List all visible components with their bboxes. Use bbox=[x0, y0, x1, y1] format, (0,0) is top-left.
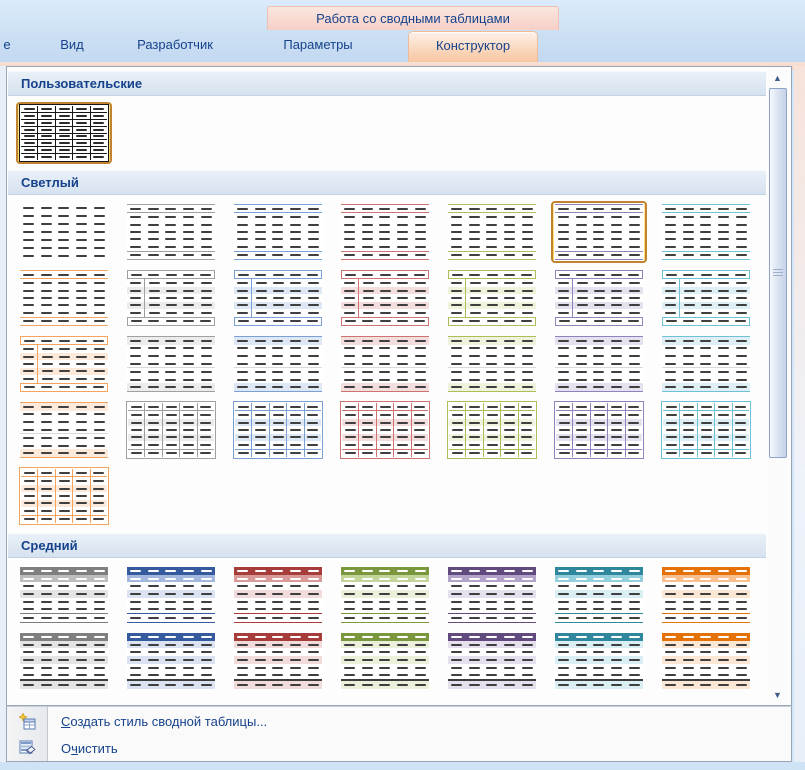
section-label-light: Светлый bbox=[21, 175, 79, 190]
pivot-style-thumbnail-custom-black[interactable] bbox=[16, 102, 112, 164]
pivot-style-thumbnail-m1-orange[interactable] bbox=[658, 564, 754, 626]
scroll-up-icon[interactable]: ▲ bbox=[768, 69, 787, 86]
pivot-style-thumbnail-m1-purple[interactable] bbox=[444, 564, 540, 626]
pivot-style-thumbnail-m1-gray[interactable] bbox=[16, 564, 112, 626]
tab-options[interactable]: Параметры bbox=[258, 30, 378, 62]
pivot-style-thumbnail-lines-teal[interactable] bbox=[658, 201, 754, 263]
pivot-style-thumbnail-boxed-red[interactable] bbox=[337, 267, 433, 329]
pivot-style-thumbnail-m1-teal[interactable] bbox=[551, 564, 647, 626]
pivot-style-thumbnail-bands-olive[interactable] bbox=[444, 333, 540, 395]
tab-view[interactable]: Вид bbox=[42, 30, 102, 62]
menu-item-clear-style[interactable]: Очистить bbox=[7, 735, 791, 762]
section-header-medium: Средний bbox=[8, 533, 766, 558]
menu-label-clear: Очистить bbox=[61, 741, 118, 756]
pivot-style-thumbnail-lines-olive[interactable] bbox=[444, 201, 540, 263]
pivot-style-thumbnail-m2-blue[interactable] bbox=[123, 630, 219, 692]
pivot-style-thumbnail-boxed-blue[interactable] bbox=[230, 267, 326, 329]
contextual-tab-group-header: Работа со сводными таблицами bbox=[267, 6, 559, 31]
pivot-style-thumbnail-grid-orange[interactable] bbox=[16, 465, 112, 527]
scroll-down-icon[interactable]: ▼ bbox=[768, 686, 787, 703]
medium-styles-grid bbox=[7, 559, 791, 697]
pivot-style-thumbnail-lines-blue[interactable] bbox=[230, 201, 326, 263]
pivot-style-thumbnail-boxed-teal[interactable] bbox=[658, 267, 754, 329]
light-styles-grid bbox=[7, 196, 791, 532]
section-header-light: Светлый bbox=[8, 170, 766, 195]
pivot-style-thumbnail-bands-purple[interactable] bbox=[551, 333, 647, 395]
section-label-medium: Средний bbox=[21, 538, 78, 553]
clear-style-icon bbox=[7, 740, 47, 757]
menu-item-new-pivot-style[interactable]: Создать стиль сводной таблицы... bbox=[7, 708, 791, 735]
pivot-style-thumbnail-m1-olive[interactable] bbox=[337, 564, 433, 626]
pivot-style-thumbnail-m1-red[interactable] bbox=[230, 564, 326, 626]
tab-developer[interactable]: Разработчик bbox=[120, 30, 230, 62]
pivot-style-thumbnail-m1-blue[interactable] bbox=[123, 564, 219, 626]
pivot-style-thumbnail-bands-orange[interactable] bbox=[16, 399, 112, 461]
pivot-style-thumbnail-boxed-gray[interactable] bbox=[123, 267, 219, 329]
tab-design-active[interactable]: Конструктор bbox=[408, 31, 538, 62]
pivot-style-thumbnail-grid-red[interactable] bbox=[337, 399, 433, 461]
pivot-style-thumbnail-boxed-orange[interactable] bbox=[16, 333, 112, 395]
pivot-style-thumbnail-grid-blue[interactable] bbox=[230, 399, 326, 461]
pivot-style-thumbnail-grid-olive[interactable] bbox=[444, 399, 540, 461]
pivot-styles-gallery: Пользовательские Светлый Средний ▲ ▼ bbox=[6, 66, 792, 706]
section-header-custom: Пользовательские bbox=[8, 71, 766, 96]
right-margin bbox=[794, 66, 805, 766]
menu-label-new-style: Создать стиль сводной таблицы... bbox=[61, 714, 267, 729]
pivot-style-thumbnail-m2-purple[interactable] bbox=[444, 630, 540, 692]
bottom-margin bbox=[0, 762, 805, 770]
ribbon-tab-bar: е Вид Разработчик Параметры Конструктор bbox=[0, 30, 805, 62]
pivot-style-thumbnail-lines-gray[interactable] bbox=[123, 201, 219, 263]
section-label-custom: Пользовательские bbox=[21, 76, 142, 91]
scrollbar-grip bbox=[773, 269, 783, 277]
pivot-style-thumbnail-m2-teal[interactable] bbox=[551, 630, 647, 692]
scrollbar-thumb[interactable] bbox=[769, 88, 787, 458]
pivot-style-thumbnail-grid-purple[interactable] bbox=[551, 399, 647, 461]
pivot-style-thumbnail-bands-red[interactable] bbox=[337, 333, 433, 395]
pivot-style-thumbnail-grid-teal[interactable] bbox=[658, 399, 754, 461]
pivot-style-thumbnail-m2-red[interactable] bbox=[230, 630, 326, 692]
tab-partial[interactable]: е bbox=[2, 30, 12, 62]
pivot-style-thumbnail-lines-purple[interactable] bbox=[551, 201, 647, 263]
pivot-style-thumbnail-bands-teal[interactable] bbox=[658, 333, 754, 395]
contextual-tab-group-label: Работа со сводными таблицами bbox=[316, 11, 510, 26]
custom-styles-grid bbox=[7, 97, 791, 169]
pivot-style-thumbnail-grid-gray[interactable] bbox=[123, 399, 219, 461]
pivot-style-thumbnail-boxed-purple[interactable] bbox=[551, 267, 647, 329]
pivot-style-thumbnail-bands-gray[interactable] bbox=[123, 333, 219, 395]
gallery-footer-menu: Создать стиль сводной таблицы... Очистит… bbox=[6, 706, 792, 762]
gallery-scrollbar[interactable]: ▲ ▼ bbox=[768, 69, 787, 703]
pivot-style-thumbnail-lines-orange[interactable] bbox=[16, 267, 112, 329]
new-style-icon bbox=[7, 713, 47, 730]
pivot-style-thumbnail-m2-orange[interactable] bbox=[658, 630, 754, 692]
pivot-style-thumbnail-m2-gray[interactable] bbox=[16, 630, 112, 692]
pivot-style-thumbnail-m2-olive[interactable] bbox=[337, 630, 433, 692]
pivot-style-thumbnail-boxed-olive[interactable] bbox=[444, 267, 540, 329]
pivot-style-thumbnail-plain-gray[interactable] bbox=[16, 201, 112, 263]
pivot-style-thumbnail-bands-blue[interactable] bbox=[230, 333, 326, 395]
pivot-style-thumbnail-lines-red[interactable] bbox=[337, 201, 433, 263]
